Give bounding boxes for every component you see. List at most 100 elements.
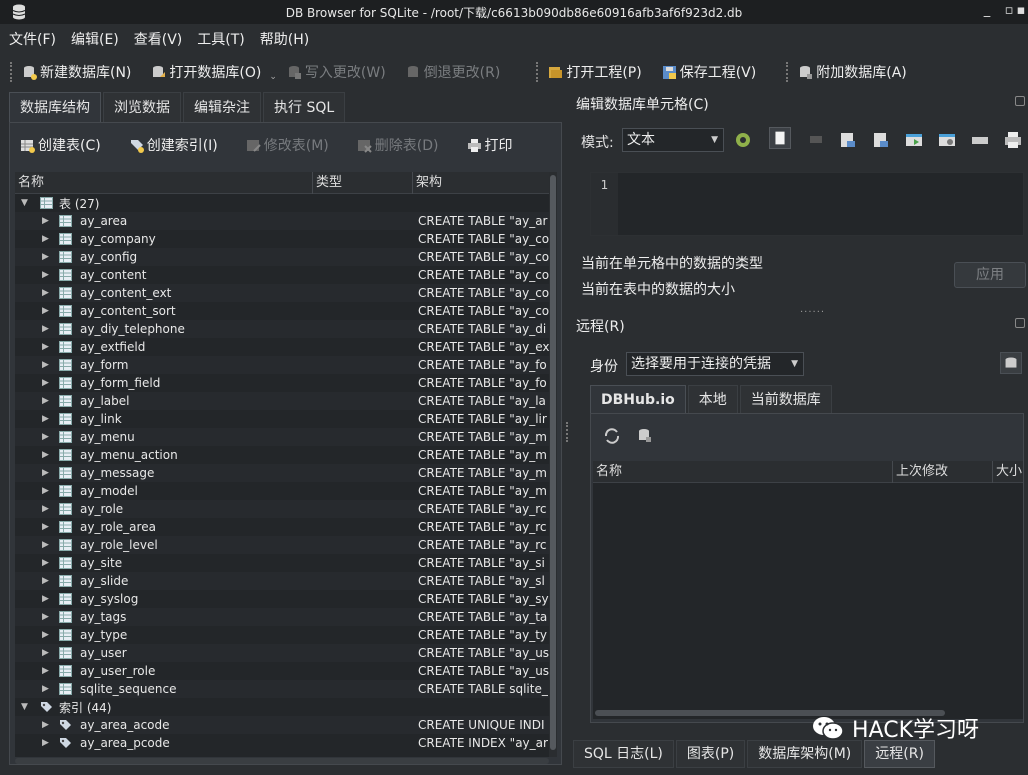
menu-file[interactable]: 文件(F) (9, 29, 56, 49)
schema-tree[interactable]: 名称 类型 架构 ▼ 表 (27) ▶ ay_area CREATE TABLE "ay… (15, 172, 555, 757)
tree-item-row[interactable]: ▶ ay_site CREATE TABLE "ay_si (15, 554, 555, 572)
expand-arrow-icon[interactable]: ▶ (42, 612, 49, 622)
set-null-icon[interactable] (903, 129, 925, 151)
revert-changes-button[interactable]: 倒退更改(R) (406, 62, 500, 82)
evaluate-icon[interactable] (969, 129, 991, 151)
print-button[interactable]: 打印 (467, 135, 513, 155)
tree-item-row[interactable]: ▶ ay_area_acode CREATE UNIQUE INDI (15, 716, 555, 734)
expand-arrow-icon[interactable]: ▶ (42, 432, 49, 442)
import-icon[interactable] (837, 129, 859, 151)
tree-scroll-thumb[interactable] (550, 175, 556, 750)
delete-table-button[interactable]: 删除表(D) (357, 135, 439, 155)
tree-item-row[interactable]: ▶ ay_company CREATE TABLE "ay_co (15, 230, 555, 248)
tree-item-row[interactable]: ▶ ay_link CREATE TABLE "ay_lir (15, 410, 555, 428)
tree-item-row[interactable]: ▶ ay_content CREATE TABLE "ay_co (15, 266, 555, 284)
apply-button[interactable]: 应用 (954, 262, 1026, 288)
open-database-dropdown-icon[interactable]: ⌄ (269, 72, 277, 82)
expand-arrow-icon[interactable]: ▶ (42, 378, 49, 388)
menu-view[interactable]: 查看(V) (134, 29, 183, 49)
menu-edit[interactable]: 编辑(E) (71, 29, 119, 49)
expand-arrow-icon[interactable]: ▶ (42, 306, 49, 316)
create-table-button[interactable]: 创建表(C) (20, 135, 101, 155)
column-header-size[interactable]: 大小 (993, 461, 1023, 483)
column-header-last-modified[interactable]: 上次修改 (893, 461, 993, 483)
collapse-arrow-icon[interactable]: ▼ (21, 198, 28, 208)
tree-item-row[interactable]: ▶ ay_role_level CREATE TABLE "ay_rc (15, 536, 555, 554)
tree-item-row[interactable]: ▶ ay_slide CREATE TABLE "ay_sl (15, 572, 555, 590)
edit-cell-float-icon[interactable] (1015, 96, 1025, 106)
tree-item-row[interactable]: ▶ ay_message CREATE TABLE "ay_m (15, 464, 555, 482)
expand-arrow-icon[interactable]: ▶ (42, 630, 49, 640)
tree-item-row[interactable]: ▶ ay_form CREATE TABLE "ay_fo (15, 356, 555, 374)
tab-database-structure[interactable]: 数据库结构 (9, 92, 101, 122)
tree-item-row[interactable]: ▶ ay_content_sort CREATE TABLE "ay_co (15, 302, 555, 320)
expand-arrow-icon[interactable]: ▶ (42, 396, 49, 406)
expand-arrow-icon[interactable]: ▶ (42, 414, 49, 424)
cell-editor[interactable]: 1 (590, 172, 1024, 236)
expand-arrow-icon[interactable]: ▶ (42, 738, 49, 748)
expand-arrow-icon[interactable]: ▶ (42, 288, 49, 298)
tree-item-row[interactable]: ▶ ay_form_field CREATE TABLE "ay_fo (15, 374, 555, 392)
expand-arrow-icon[interactable]: ▶ (42, 594, 49, 604)
close-icon[interactable]: ▪ (1014, 4, 1028, 18)
tree-item-row[interactable]: ▶ ay_menu_action CREATE TABLE "ay_m (15, 446, 555, 464)
expand-arrow-icon[interactable]: ▶ (42, 648, 49, 658)
tree-item-row[interactable]: ▶ ay_syslog CREATE TABLE "ay_sy (15, 590, 555, 608)
column-header-name[interactable]: 名称 (15, 172, 313, 194)
expand-arrow-icon[interactable]: ▶ (42, 486, 49, 496)
tab-sql-log[interactable]: SQL 日志(L) (573, 740, 674, 768)
dock-resize-handle[interactable]: ...... (800, 304, 825, 315)
expand-arrow-icon[interactable]: ▶ (42, 216, 49, 226)
expand-arrow-icon[interactable]: ▶ (42, 360, 49, 370)
tree-group-row[interactable]: ▼ 表 (27) (15, 194, 555, 212)
tree-item-row[interactable]: ▶ ay_content_ext CREATE TABLE "ay_co (15, 284, 555, 302)
remote-float-icon[interactable] (1015, 318, 1025, 328)
refresh-icon[interactable] (601, 425, 623, 447)
open-project-button[interactable]: 打开工程(P) (548, 62, 642, 82)
expand-arrow-icon[interactable]: ▶ (42, 504, 49, 514)
pane-splitter[interactable] (566, 422, 569, 442)
column-header-remote-name[interactable]: 名称 (593, 461, 893, 483)
tree-item-row[interactable]: ▶ ay_tags CREATE TABLE "ay_ta (15, 608, 555, 626)
expand-arrow-icon[interactable]: ▶ (42, 270, 49, 280)
tree-group-row[interactable]: ▼ 索引 (44) (15, 698, 555, 716)
tab-remote[interactable]: 远程(R) (864, 740, 935, 768)
tree-item-row[interactable]: ▶ ay_area_pcode CREATE INDEX "ay_ar (15, 734, 555, 752)
tab-plot[interactable]: 图表(P) (675, 740, 746, 768)
expand-arrow-icon[interactable]: ▶ (42, 576, 49, 586)
tree-item-row[interactable]: ▶ ay_menu CREATE TABLE "ay_m (15, 428, 555, 446)
push-database-icon[interactable] (1000, 352, 1022, 374)
tab-local[interactable]: 本地 (687, 385, 738, 413)
tab-execute-sql[interactable]: 执行 SQL (263, 92, 346, 122)
tree-item-row[interactable]: ▶ ay_area CREATE TABLE "ay_ar (15, 212, 555, 230)
collapse-arrow-icon[interactable]: ▼ (21, 702, 28, 712)
tree-item-row[interactable]: ▶ ay_model CREATE TABLE "ay_m (15, 482, 555, 500)
tree-item-row[interactable]: ▶ ay_user CREATE TABLE "ay_us (15, 644, 555, 662)
menu-help[interactable]: 帮助(H) (260, 29, 309, 49)
tab-current-database[interactable]: 当前数据库 (739, 385, 832, 413)
expand-arrow-icon[interactable]: ▶ (42, 720, 49, 730)
toolbar-grip-2[interactable] (536, 62, 540, 82)
column-header-schema[interactable]: 架构 (413, 172, 555, 194)
expand-arrow-icon[interactable]: ▶ (42, 540, 49, 550)
tree-item-row[interactable]: ▶ sqlite_sequence CREATE TABLE sqlite_ (15, 680, 555, 698)
tree-item-row[interactable]: ▶ ay_extfield CREATE TABLE "ay_ex (15, 338, 555, 356)
tree-item-row[interactable]: ▶ ay_diy_telephone CREATE TABLE "ay_di (15, 320, 555, 338)
modify-table-button[interactable]: 修改表(M) (246, 135, 329, 155)
auto-format-icon[interactable] (936, 129, 958, 151)
menu-tools[interactable]: 工具(T) (197, 29, 244, 49)
tree-item-row[interactable]: ▶ ay_role CREATE TABLE "ay_rc (15, 500, 555, 518)
export-icon[interactable] (870, 129, 892, 151)
text-mode-icon[interactable] (769, 127, 791, 149)
tab-dbhub[interactable]: DBHub.io (590, 385, 686, 413)
expand-arrow-icon[interactable]: ▶ (42, 468, 49, 478)
save-project-button[interactable]: 保存工程(V) (662, 62, 756, 82)
expand-arrow-icon[interactable]: ▶ (42, 342, 49, 352)
tree-item-row[interactable]: ▶ ay_label CREATE TABLE "ay_la (15, 392, 555, 410)
minimize-icon[interactable]: _ (980, 4, 994, 18)
create-index-button[interactable]: 创建索引(I) (129, 135, 218, 155)
tab-db-schema[interactable]: 数据库架构(M) (747, 740, 863, 768)
tree-item-row[interactable]: ▶ ay_type CREATE TABLE "ay_ty (15, 626, 555, 644)
expand-arrow-icon[interactable]: ▶ (42, 252, 49, 262)
write-changes-button[interactable]: 写入更改(W) (287, 62, 386, 82)
